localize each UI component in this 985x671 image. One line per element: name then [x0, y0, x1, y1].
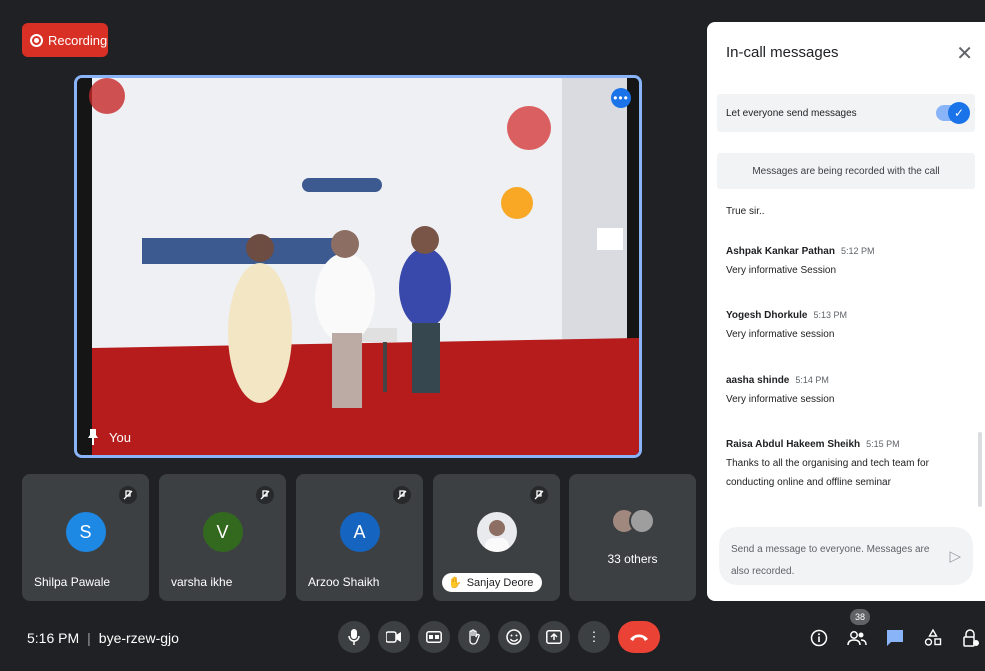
camera-icon	[386, 631, 401, 643]
participant-tile[interactable]: V varsha ikhe	[159, 474, 286, 601]
mic-icon	[348, 629, 360, 645]
present-button[interactable]	[538, 621, 570, 653]
recording-label: Recording	[48, 32, 108, 48]
avatar	[628, 508, 655, 534]
hand-icon	[469, 629, 480, 645]
people-count-badge: 38	[850, 609, 871, 625]
panel-title: In-call messages	[726, 44, 839, 61]
setting-label: Let everyone send messages	[726, 107, 857, 119]
video-frame	[77, 78, 639, 455]
message-item: True sir..	[726, 202, 966, 221]
message-item: Raisa Abdul Hakeem Sheikh 5:15 PM Thanks …	[726, 435, 966, 492]
mic-off-icon	[119, 486, 137, 504]
camera-button[interactable]	[378, 621, 410, 653]
end-call-icon	[630, 634, 648, 641]
message-item: Ashpak Kankar Pathan 5:12 PM Very informa…	[726, 242, 966, 280]
host-controls-button[interactable]	[960, 627, 982, 649]
more-vert-icon: ⋮	[587, 629, 601, 644]
leave-call-button[interactable]	[618, 621, 660, 653]
message-item: aasha shinde 5:14 PM Very informative ses…	[726, 371, 966, 409]
participant-name: Arzoo Shaikh	[308, 575, 380, 589]
mic-off-icon	[393, 486, 411, 504]
side-controls: 38	[808, 609, 982, 649]
mic-off-icon	[256, 486, 274, 504]
message-time: 5:14 PM	[795, 375, 829, 385]
message-sender: Raisa Abdul Hakeem Sheikh	[726, 439, 861, 450]
self-name: You	[109, 429, 131, 445]
message-time: 5:15 PM	[866, 439, 900, 449]
close-icon[interactable]: ✕	[956, 41, 973, 66]
mic-off-icon	[530, 486, 548, 504]
chat-button[interactable]	[884, 627, 906, 649]
avatar-photo	[476, 512, 517, 552]
message-compose: ▷	[719, 527, 973, 585]
participant-name: Shilpa Pawale	[34, 575, 111, 589]
avatar: A	[339, 512, 380, 552]
message-text: True sir..	[726, 206, 765, 217]
message-item: Yogesh Dhorkule 5:13 PM Very informative …	[726, 306, 966, 344]
message-time: 5:12 PM	[840, 246, 875, 256]
activities-button[interactable]	[922, 627, 944, 649]
emoji-button[interactable]	[498, 621, 530, 653]
avatar: V	[202, 512, 243, 552]
message-sender: aasha shinde	[726, 375, 790, 386]
message-sender: Yogesh Dhorkule	[726, 310, 808, 321]
recording-icon	[30, 33, 43, 47]
participant-name: varsha ikhe	[171, 575, 233, 589]
hand-icon: ✋	[448, 577, 462, 589]
emoji-icon	[506, 629, 522, 645]
microphone-button[interactable]	[338, 621, 370, 653]
others-label: 33 others	[607, 552, 658, 566]
message-time: 5:13 PM	[813, 310, 848, 320]
message-text: Thanks to all the organising and tech te…	[726, 458, 929, 488]
bottom-bar: 5:16 PM | bye-rzew-gjo ⋮ 38	[0, 609, 985, 671]
people-icon	[847, 631, 867, 646]
participant-name: Sanjay Deore	[466, 576, 534, 589]
scrollbar[interactable]	[978, 432, 982, 507]
pin-icon[interactable]	[87, 429, 99, 445]
call-controls: ⋮	[338, 621, 660, 653]
recording-indicator[interactable]: Recording	[22, 23, 108, 57]
present-icon	[546, 630, 562, 644]
main-tile-label: You	[87, 429, 131, 445]
clock-time: 5:16 PM	[27, 630, 80, 646]
message-text: Very informative session	[726, 394, 835, 405]
participant-tile[interactable]: S Shilpa Pawale	[22, 474, 149, 601]
send-messages-setting: Let everyone send messages	[717, 94, 975, 132]
meeting-details-button[interactable]	[808, 627, 830, 649]
message-input[interactable]	[731, 539, 931, 579]
activities-icon	[924, 629, 942, 646]
info-icon	[810, 629, 828, 647]
chat-icon	[887, 630, 903, 646]
others-tile[interactable]: 33 others	[569, 474, 696, 601]
speaker-name-chip: ✋ Sanjay Deore	[442, 573, 543, 592]
message-text: Very informative Session	[726, 265, 837, 276]
send-messages-toggle[interactable]	[936, 102, 970, 124]
others-avatars	[610, 508, 655, 534]
participant-tile[interactable]: A Arzoo Shaikh	[296, 474, 423, 601]
recording-notice: Messages are being recorded with the cal…	[717, 153, 975, 189]
separator: |	[87, 630, 91, 646]
raise-hand-button[interactable]	[458, 621, 490, 653]
avatar: S	[65, 512, 106, 552]
main-video-tile[interactable]: ••• You	[74, 75, 642, 458]
meeting-info: 5:16 PM | bye-rzew-gjo	[27, 630, 179, 646]
message-text: Very informative session	[726, 329, 835, 340]
meeting-code: bye-rzew-gjo	[98, 630, 179, 646]
message-sender: Ashpak Kankar Pathan	[726, 246, 835, 257]
more-options-icon[interactable]: •••	[611, 88, 631, 108]
participant-tile[interactable]: ✋ Sanjay Deore	[433, 474, 560, 601]
people-button[interactable]: 38	[846, 609, 871, 649]
more-options-button[interactable]: ⋮	[578, 621, 610, 653]
lock-person-icon	[963, 629, 979, 647]
send-icon[interactable]: ▷	[949, 547, 961, 565]
captions-icon	[426, 631, 442, 643]
in-call-messages-panel: In-call messages ✕ Let everyone send mes…	[707, 22, 985, 601]
captions-button[interactable]	[418, 621, 450, 653]
